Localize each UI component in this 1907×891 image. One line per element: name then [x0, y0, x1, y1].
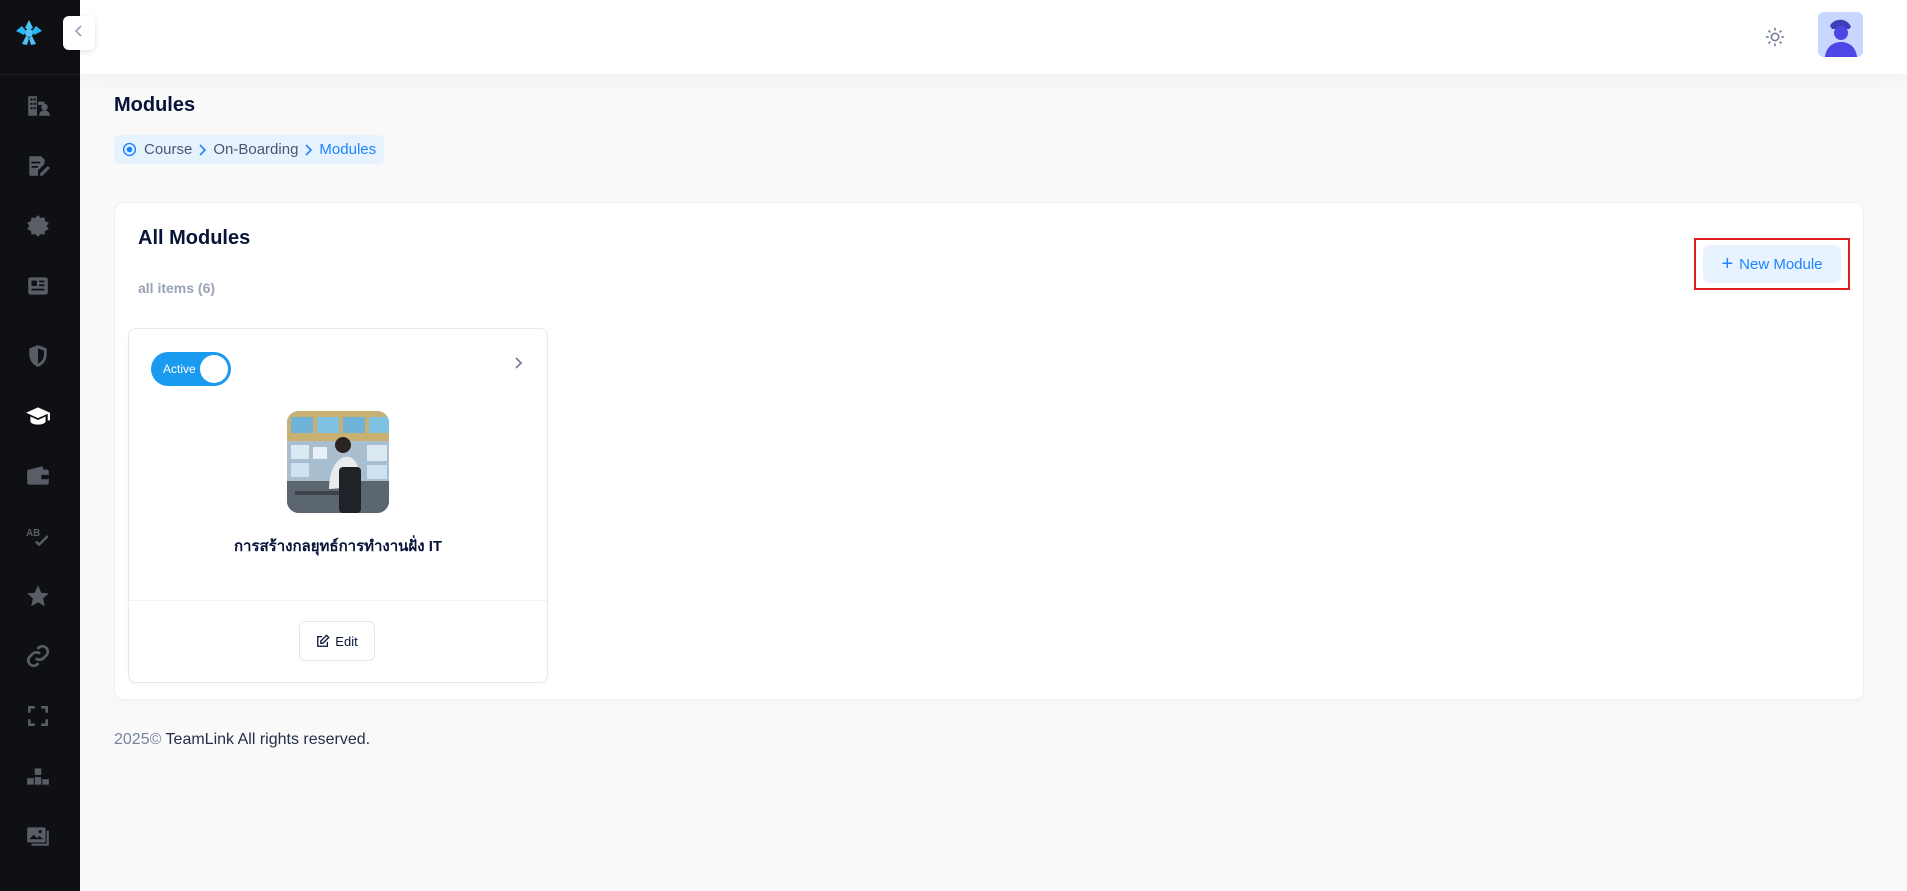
star-icon[interactable] [20, 578, 56, 614]
footer-year: 2025© [114, 731, 162, 748]
all-modules-card: All Modules all items (6) + New Module A… [114, 202, 1864, 700]
shield-icon[interactable] [20, 338, 56, 374]
spellcheck-icon[interactable]: AB [20, 518, 56, 554]
top-header [80, 0, 1907, 74]
page-title: Modules [114, 94, 196, 116]
sidebar-collapse-button[interactable] [63, 16, 95, 50]
breadcrumb-on-boarding[interactable]: On-Boarding [213, 141, 298, 158]
teamlink-logo-icon[interactable] [14, 18, 44, 48]
gallery-icon[interactable] [20, 818, 56, 854]
breadcrumb: Course On-Boarding Modules [114, 135, 385, 164]
building-users-icon[interactable] [20, 88, 56, 124]
sidebar-divider [0, 74, 80, 75]
new-module-label: New Module [1739, 255, 1823, 273]
breadcrumb-modules: Modules [319, 141, 377, 158]
edit-document-icon[interactable] [20, 148, 56, 184]
footer: 2025© TeamLink All rights reserved. [114, 731, 370, 749]
edit-label: Edit [335, 633, 358, 649]
card-title: All Modules [138, 227, 251, 249]
module-title: การสร้างกลยุทธ์การทำงานฝั่ง IT [233, 538, 443, 555]
status-label: Active [163, 362, 196, 376]
new-module-button[interactable]: + New Module [1703, 245, 1841, 283]
edit-icon [317, 634, 330, 647]
sidebar: AB [0, 0, 80, 891]
newspaper-icon[interactable] [20, 268, 56, 304]
footer-text: TeamLink All rights reserved. [161, 731, 371, 748]
chevron-left-icon [73, 24, 85, 43]
card-divider [129, 600, 547, 601]
link-icon[interactable] [20, 638, 56, 674]
module-thumbnail [287, 411, 389, 513]
edit-button[interactable]: Edit [299, 621, 375, 661]
chevron-right-icon [304, 143, 313, 156]
chevron-right-icon [198, 143, 207, 156]
status-toggle[interactable]: Active [151, 352, 231, 386]
sun-icon[interactable] [1758, 20, 1792, 54]
chevron-right-icon[interactable] [507, 351, 531, 375]
toggle-knob [200, 355, 228, 383]
badge-icon[interactable] [20, 208, 56, 244]
graduation-cap-icon[interactable] [20, 398, 56, 434]
breadcrumb-course[interactable]: Course [144, 141, 192, 158]
module-card: Active การสร้างกลยุทธ์การทำงานฝั่ง IT Ed… [128, 328, 548, 683]
wallet-icon[interactable] [20, 458, 56, 494]
target-icon [122, 142, 137, 157]
leaderboard-icon[interactable] [20, 758, 56, 794]
fullscreen-icon[interactable] [20, 698, 56, 734]
user-avatar[interactable] [1818, 12, 1863, 57]
items-count: all items (6) [138, 280, 216, 296]
svg-text:AB: AB [26, 528, 40, 539]
plus-icon: + [1721, 253, 1734, 275]
